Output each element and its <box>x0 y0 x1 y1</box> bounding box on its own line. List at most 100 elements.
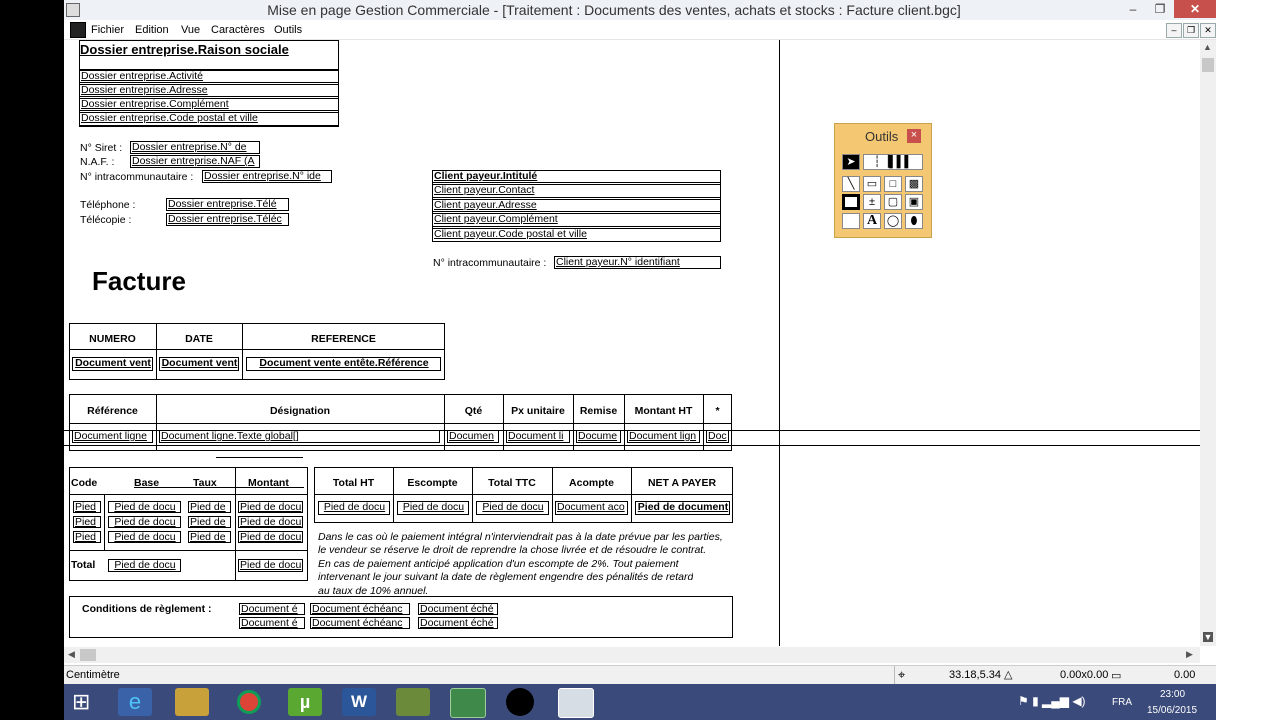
formula-tool-icon[interactable]: ± <box>863 194 881 210</box>
text-tool-icon[interactable]: A <box>863 213 881 229</box>
tax-total-base-field[interactable]: Pied de docu <box>108 559 181 572</box>
word-icon[interactable]: W <box>342 688 376 716</box>
menu-fichier[interactable]: Fichier <box>91 22 124 38</box>
company-intra-field[interactable]: Dossier entreprise.N° ide <box>202 170 332 183</box>
line-designation-field[interactable]: Document ligne.Texte global[] <box>159 430 440 443</box>
condition-mode-field[interactable]: Document é <box>239 603 305 615</box>
tax-amount-field[interactable]: Pied de docu <box>238 501 303 513</box>
menu-edition[interactable]: Edition <box>135 22 169 38</box>
client-name-field[interactable]: Client payeur.Intitulé <box>432 170 721 183</box>
app-purple-icon[interactable] <box>506 688 534 716</box>
chrome-icon[interactable] <box>232 688 266 716</box>
tax-base-field[interactable]: Pied de docu <box>108 516 181 528</box>
line-amount-field[interactable]: Document lign <box>627 430 700 443</box>
condition-date-field[interactable]: Document échéanc <box>310 617 410 629</box>
rectangle-tool-icon[interactable]: □ <box>884 176 902 192</box>
blank-tool-icon[interactable] <box>842 213 860 229</box>
frame-tool-icon[interactable] <box>842 194 860 210</box>
client-complement-field[interactable]: Client payeur.Complément <box>432 213 721 227</box>
company-complement-field[interactable]: Dossier entreprise.Complément <box>79 98 339 111</box>
document-title[interactable]: Facture <box>92 265 186 297</box>
reference-field[interactable]: Document vente entête.Référence <box>246 357 441 371</box>
client-address-field[interactable]: Client payeur.Adresse <box>432 199 721 212</box>
menu-caracteres[interactable]: Caractères <box>211 22 265 38</box>
net-to-pay-field[interactable]: Pied de document <box>635 501 730 515</box>
tax-total-amount-field[interactable]: Pied de docu <box>238 559 303 572</box>
field-tool-icon[interactable]: ▭ <box>863 176 881 192</box>
mdi-minimize-button[interactable]: – <box>1166 23 1182 38</box>
date-field[interactable]: Document vent <box>159 357 239 371</box>
tax-amount-field[interactable]: Pied de docu <box>238 516 303 528</box>
windows-start-icon[interactable]: ⊞ <box>72 690 90 714</box>
ellipse-tool-icon[interactable]: ◯ <box>884 213 902 229</box>
tax-code-field[interactable]: Pied <box>73 516 101 528</box>
siret-field[interactable]: Dossier entreprise.N° de <box>130 141 260 154</box>
line-reference-field[interactable]: Document ligne <box>72 430 153 443</box>
filled-rectangle-tool-icon[interactable]: ▩ <box>905 176 923 192</box>
minimize-button[interactable]: – <box>1120 0 1146 18</box>
pointer-tool-icon[interactable]: ➤ <box>842 154 860 170</box>
condition-date-field[interactable]: Document échéanc <box>310 603 410 615</box>
document-icon[interactable] <box>70 22 86 38</box>
legal-text-line[interactable]: intervenant le jour suivant la date de r… <box>318 571 693 584</box>
mdi-restore-button[interactable]: ❐ <box>1183 23 1199 38</box>
deposit-field[interactable]: Document aco <box>555 501 628 515</box>
horizontal-scrollbar[interactable]: ◀ ▶ <box>64 647 1200 663</box>
phone-field[interactable]: Dossier entreprise.Télé <box>166 198 289 211</box>
legal-text-line[interactable]: Dans le cas où le paiement intégral n'in… <box>318 531 723 544</box>
menu-vue[interactable]: Vue <box>181 22 200 38</box>
tax-code-field[interactable]: Pied <box>73 501 101 513</box>
scroll-left-icon[interactable]: ◀ <box>68 649 75 660</box>
condition-amount-field[interactable]: Document éché <box>418 603 498 615</box>
condition-mode-field[interactable]: Document é <box>239 617 305 629</box>
layout-canvas[interactable]: Dossier entreprise.Raison sociale Dossie… <box>64 40 1200 646</box>
tax-rate-field[interactable]: Pied de <box>188 501 231 513</box>
tax-base-field[interactable]: Pied de docu <box>108 531 181 543</box>
company-activity-field[interactable]: Dossier entreprise.Activité <box>79 70 339 83</box>
filled-rounded-rect-tool-icon[interactable]: ▣ <box>905 194 923 210</box>
header-table[interactable] <box>69 323 445 380</box>
line-unit-price-field[interactable]: Document li <box>506 430 570 443</box>
line-qty-field[interactable]: Documen <box>447 430 499 443</box>
sage-layout-icon[interactable] <box>450 688 486 718</box>
scroll-up-icon[interactable]: ▲ <box>1203 42 1212 52</box>
numero-field[interactable]: Document vent <box>72 357 153 371</box>
palette-close-button[interactable]: × <box>907 129 921 143</box>
line-discount-field[interactable]: Docume <box>576 430 621 443</box>
company-name-field[interactable]: Dossier entreprise.Raison sociale <box>80 42 289 58</box>
utorrent-icon[interactable]: µ <box>288 688 322 716</box>
line-tool-icon[interactable]: ╲ <box>842 176 860 192</box>
company-address-field[interactable]: Dossier entreprise.Adresse <box>79 84 339 97</box>
tax-base-field[interactable]: Pied de docu <box>108 501 181 513</box>
client-contact-field[interactable]: Client payeur.Contact <box>432 184 721 198</box>
layout-editor-icon[interactable] <box>558 688 594 718</box>
total-ht-field[interactable]: Pied de docu <box>318 501 390 515</box>
condition-amount-field[interactable]: Document éché <box>418 617 498 629</box>
legal-text-line[interactable]: En cas de paiement anticipé application … <box>318 558 679 571</box>
maximize-button[interactable]: ❐ <box>1147 0 1173 18</box>
horizontal-scroll-thumb[interactable] <box>80 649 96 661</box>
close-button[interactable]: ✕ <box>1174 0 1216 18</box>
line-thickness-icon[interactable]: ┆▕▌▌▌ <box>863 154 923 170</box>
tax-rate-field[interactable]: Pied de <box>188 531 231 543</box>
file-explorer-icon[interactable] <box>175 688 209 716</box>
naf-field[interactable]: Dossier entreprise.NAF (A <box>130 155 260 168</box>
mdi-close-button[interactable]: ✕ <box>1200 23 1216 38</box>
tax-amount-field[interactable]: Pied de docu <box>238 531 303 543</box>
client-city-field[interactable]: Client payeur.Code postal et ville <box>432 228 721 242</box>
fax-field[interactable]: Dossier entreprise.Téléc <box>166 213 289 226</box>
client-intra-field[interactable]: Client payeur.N° identifiant <box>554 256 721 269</box>
discount-total-field[interactable]: Pied de docu <box>397 501 469 515</box>
scroll-down-icon[interactable]: ▼ <box>1203 632 1213 642</box>
menu-outils[interactable]: Outils <box>274 22 302 38</box>
sage-app-icon[interactable] <box>396 688 430 716</box>
legal-text-line[interactable]: le vendeur se réserve le droit de repren… <box>318 544 706 557</box>
filled-ellipse-tool-icon[interactable]: ⬮ <box>905 213 923 229</box>
vertical-scrollbar[interactable]: ▲ ▼ <box>1200 40 1216 646</box>
clock-time[interactable]: 23:00 <box>1160 689 1185 700</box>
tools-palette[interactable]: Outils × ➤ ┆▕▌▌▌ ╲ ▭ □ ▩ ± ▢ ▣ A ◯ ⬮ <box>834 123 932 238</box>
vertical-scroll-thumb[interactable] <box>1202 58 1214 72</box>
language-indicator[interactable]: FRA <box>1112 697 1132 708</box>
tax-code-field[interactable]: Pied <box>73 531 101 543</box>
line-star-field[interactable]: Doc <box>706 430 729 443</box>
